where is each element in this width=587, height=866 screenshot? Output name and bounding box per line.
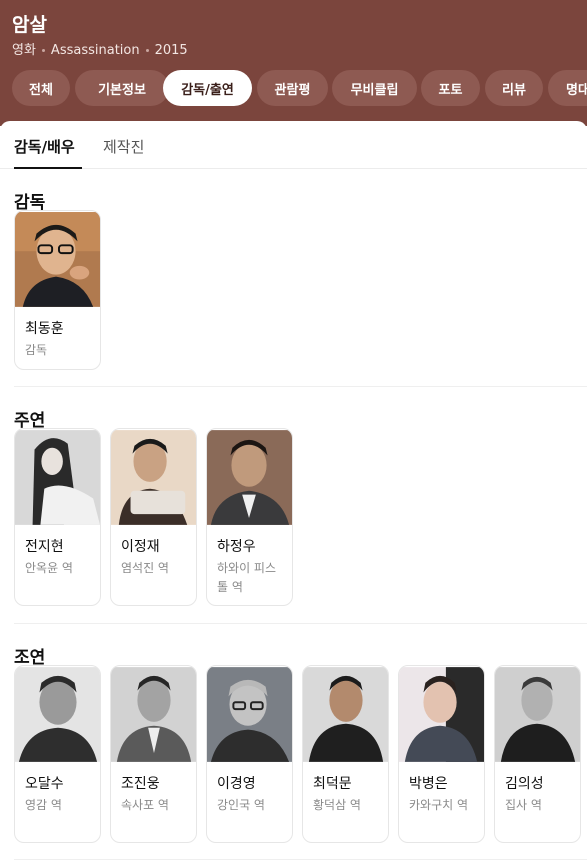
person-card[interactable]: 조진웅 속사포 역 bbox=[110, 665, 197, 843]
portrait-image bbox=[399, 667, 484, 762]
portrait-image bbox=[15, 212, 100, 307]
person-role: 안옥윤 역 bbox=[25, 561, 73, 575]
person-photo bbox=[15, 429, 100, 526]
dot-separator bbox=[145, 49, 149, 52]
subtab-active-indicator bbox=[14, 167, 82, 169]
portrait-image bbox=[495, 667, 580, 762]
subtab-crew[interactable]: 제작진 bbox=[103, 136, 144, 157]
person-photo bbox=[495, 666, 580, 763]
person-name: 박병은 bbox=[409, 776, 448, 792]
tab-movie-clips[interactable]: 무비클립 bbox=[332, 70, 417, 106]
tab-quotes[interactable]: 명대 bbox=[548, 70, 587, 106]
section-divider bbox=[14, 623, 587, 624]
dot-separator bbox=[41, 49, 45, 52]
movie-meta: 영화 Assassination 2015 bbox=[12, 39, 188, 58]
person-role: 속사포 역 bbox=[121, 798, 169, 812]
person-name: 전지현 bbox=[25, 539, 64, 555]
portrait-image bbox=[111, 430, 196, 525]
person-photo bbox=[303, 666, 388, 763]
section-divider bbox=[14, 859, 587, 860]
person-role: 감독 bbox=[25, 343, 48, 357]
person-name: 김의성 bbox=[505, 776, 544, 792]
tab-photos[interactable]: 포토 bbox=[421, 70, 480, 106]
person-name: 오달수 bbox=[25, 776, 64, 792]
person-name: 최덕문 bbox=[313, 776, 352, 792]
section-divider bbox=[14, 386, 587, 387]
portrait-image bbox=[15, 667, 100, 762]
person-role: 염석진 역 bbox=[121, 561, 169, 575]
person-name: 하정우 bbox=[217, 539, 256, 555]
person-photo bbox=[207, 666, 292, 763]
tab-all[interactable]: 전체 bbox=[12, 70, 70, 106]
person-card[interactable]: 최동훈 감독 bbox=[14, 210, 101, 370]
person-card[interactable]: 이정재 염석진 역 bbox=[110, 428, 197, 606]
person-role: 집사 역 bbox=[505, 798, 542, 812]
portrait-image bbox=[15, 430, 100, 525]
tab-reviews-rating[interactable]: 관람평 bbox=[257, 70, 328, 106]
person-photo bbox=[111, 666, 196, 763]
tab-reviews[interactable]: 리뷰 bbox=[485, 70, 543, 106]
person-role: 하와이 피스톨 역 bbox=[217, 561, 277, 594]
person-role: 영감 역 bbox=[25, 798, 62, 812]
person-photo bbox=[15, 211, 100, 308]
person-role: 강인국 역 bbox=[217, 798, 265, 812]
subtab-cast[interactable]: 감독/배우 bbox=[14, 136, 75, 157]
tab-cast[interactable]: 감독/출연 bbox=[163, 70, 252, 106]
person-role: 카와구치 역 bbox=[409, 798, 469, 812]
meta-type: 영화 bbox=[12, 43, 36, 58]
person-photo bbox=[15, 666, 100, 763]
meta-year: 2015 bbox=[154, 43, 188, 58]
person-name: 이경영 bbox=[217, 776, 256, 792]
person-name: 조진웅 bbox=[121, 776, 160, 792]
person-card[interactable]: 박병은 카와구치 역 bbox=[398, 665, 485, 843]
movie-header: 암살 영화 Assassination 2015 전체 기본정보 감독/출연 관람평… bbox=[0, 0, 587, 126]
person-photo bbox=[399, 666, 484, 763]
person-card[interactable]: 오달수 영감 역 bbox=[14, 665, 101, 843]
person-name: 최동훈 bbox=[25, 321, 64, 337]
tab-info[interactable]: 기본정보 bbox=[75, 70, 169, 106]
person-card[interactable]: 이경영 강인국 역 bbox=[206, 665, 293, 843]
movie-title: 암살 bbox=[12, 14, 47, 36]
portrait-image bbox=[207, 430, 292, 525]
person-name: 이정재 bbox=[121, 539, 160, 555]
person-role: 황덕삼 역 bbox=[313, 798, 361, 812]
person-card[interactable]: 김의성 집사 역 bbox=[494, 665, 581, 843]
person-card[interactable]: 전지현 안옥윤 역 bbox=[14, 428, 101, 606]
person-photo bbox=[111, 429, 196, 526]
portrait-image bbox=[303, 667, 388, 762]
person-card[interactable]: 하정우 하와이 피스톨 역 bbox=[206, 428, 293, 606]
person-photo bbox=[207, 429, 292, 526]
person-card[interactable]: 최덕문 황덕삼 역 bbox=[302, 665, 389, 843]
meta-original-title: Assassination bbox=[50, 43, 140, 58]
portrait-image bbox=[207, 667, 292, 762]
subtab-bar: 감독/배우 제작진 bbox=[0, 121, 587, 169]
content-sheet: 감독/배우 제작진 감독 최동훈 감독 주연 전지현 안옥윤 역 이정재 염석진… bbox=[0, 121, 587, 866]
portrait-image bbox=[111, 667, 196, 762]
